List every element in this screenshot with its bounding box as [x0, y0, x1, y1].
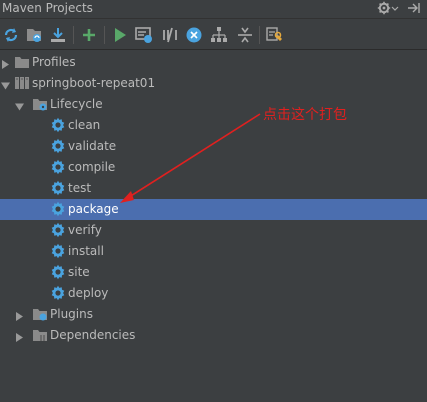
collapse-arrow-icon[interactable]	[1, 79, 10, 90]
collapse-all-icon[interactable]	[236, 26, 254, 44]
dependencies-folder-icon	[32, 327, 48, 343]
tree-node-goal-site[interactable]: site	[0, 262, 427, 283]
gear-icon	[50, 180, 66, 196]
tree-node-label: compile	[68, 160, 116, 174]
gear-icon	[50, 138, 66, 154]
settings-icon[interactable]	[266, 26, 284, 44]
tree-node-label: springboot-repeat01	[32, 76, 156, 90]
folder-icon	[14, 54, 30, 70]
add-icon[interactable]	[80, 26, 98, 44]
gear-icon[interactable]	[377, 0, 399, 17]
gear-icon	[50, 264, 66, 280]
tree-node-plugins[interactable]: Plugins	[0, 304, 427, 325]
tree-node-goal-test[interactable]: test	[0, 178, 427, 199]
tree-node-profiles[interactable]: Profiles	[0, 52, 427, 73]
panel-title: Maven Projects	[2, 1, 93, 15]
tree-node-goal-compile[interactable]: compile	[0, 157, 427, 178]
gear-icon	[50, 117, 66, 133]
toolbar-separator	[104, 26, 105, 44]
tree-node-label: Lifecycle	[50, 97, 103, 111]
collapse-arrow-icon[interactable]	[15, 100, 24, 111]
tree-node-project[interactable]: springboot-repeat01	[0, 73, 427, 94]
lifecycle-folder-icon	[32, 96, 48, 112]
hide-panel-icon[interactable]	[405, 0, 423, 17]
tree-node-label: package	[68, 202, 119, 216]
tree-node-lifecycle[interactable]: Lifecycle	[0, 94, 427, 115]
expand-arrow-icon[interactable]	[15, 331, 24, 342]
gear-icon	[50, 285, 66, 301]
panel-title-bar: Maven Projects	[0, 0, 427, 19]
plugins-folder-icon	[32, 306, 48, 322]
tree-node-label: clean	[68, 118, 101, 132]
toolbar-separator	[73, 26, 74, 44]
maven-toolbar	[0, 20, 427, 50]
tree-node-goal-install[interactable]: install	[0, 241, 427, 262]
download-icon[interactable]	[49, 26, 67, 44]
run-icon[interactable]	[111, 26, 129, 44]
maven-projects-tree: Profiles springboot-repeat01 Lifecycle c…	[0, 51, 427, 402]
gear-icon	[50, 201, 66, 217]
tree-node-goal-clean[interactable]: clean	[0, 115, 427, 136]
tree-node-goal-validate[interactable]: validate	[0, 136, 427, 157]
toolbar-separator	[259, 26, 260, 44]
skip-tests-icon[interactable]	[185, 26, 203, 44]
tree-node-label: site	[68, 265, 90, 279]
maven-project-icon	[14, 75, 30, 91]
show-dependencies-icon[interactable]	[210, 26, 228, 44]
gear-icon	[50, 159, 66, 175]
tree-node-label: test	[68, 181, 92, 195]
tree-node-goal-deploy[interactable]: deploy	[0, 283, 427, 304]
expand-arrow-icon[interactable]	[1, 58, 10, 69]
toggle-offline-icon[interactable]	[161, 26, 179, 44]
generate-sources-icon[interactable]	[25, 26, 43, 44]
tree-node-goal-verify[interactable]: verify	[0, 220, 427, 241]
tree-node-label: Dependencies	[50, 328, 136, 342]
tree-node-label: verify	[68, 223, 102, 237]
tree-node-label: install	[68, 244, 104, 258]
tree-node-label: deploy	[68, 286, 109, 300]
gear-icon	[50, 243, 66, 259]
expand-arrow-icon[interactable]	[15, 310, 24, 321]
tree-node-goal-package[interactable]: package	[0, 199, 427, 220]
annotation-text: 点击这个打包	[263, 107, 347, 123]
reimport-all-icon[interactable]	[2, 26, 20, 44]
tree-node-label: validate	[68, 139, 117, 153]
tree-node-label: Profiles	[32, 55, 76, 69]
execute-goal-icon[interactable]	[135, 26, 153, 44]
tree-node-label: Plugins	[50, 307, 93, 321]
tree-node-dependencies[interactable]: Dependencies	[0, 325, 427, 346]
gear-icon	[50, 222, 66, 238]
